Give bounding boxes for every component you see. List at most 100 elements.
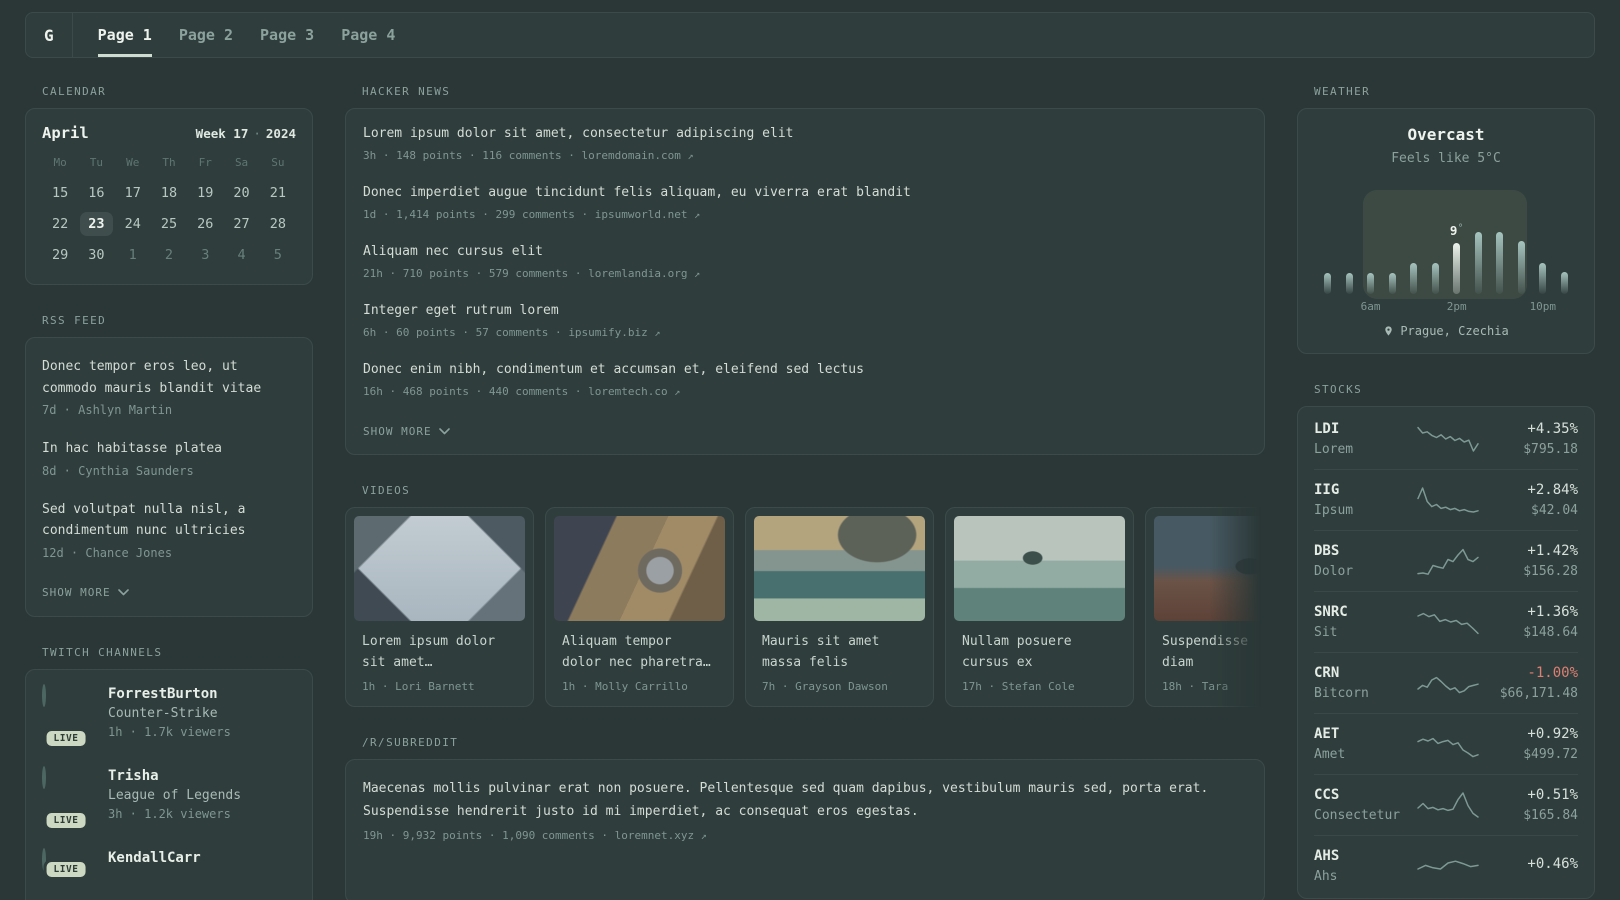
video-card[interactable]: Nullam posuere cursus ex 17h · Stefan Co… [945,507,1134,707]
nav-tab[interactable]: Page 3 [260,13,314,57]
channel-avatar [42,683,46,707]
stock-symbol: IIG [1314,482,1340,498]
twitch-section-label: TWITCH CHANNELS [42,645,163,659]
stock-row[interactable]: CCS Consectetur +0.51% $165.84 [1314,774,1578,835]
temperature-bar [1345,273,1353,294]
rss-item-title[interactable]: In hac habitasse platea [42,438,296,460]
rss-list: Donec tempor eros leo, ut commodo mauris… [42,356,296,560]
stock-row[interactable]: AET Amet +0.92% $499.72 [1314,713,1578,774]
stock-sparkline [1414,604,1482,640]
story-title-link[interactable]: Donec imperdiet augue tincidunt felis al… [363,184,1247,202]
video-thumbnail [354,516,525,621]
hackernews-item: Aliquam nec cursus elit 21h · 710 points… [363,243,1247,280]
calendar-day: 16 [88,184,105,201]
calendar-day: 22 [52,215,69,232]
video-thumbnail [954,516,1125,621]
calendar-day: 20 [233,184,250,201]
video-thumbnail [1154,516,1265,621]
video-title: Mauris sit amet massa felis [762,634,880,670]
stock-row[interactable]: IIG Ipsum +2.84% $42.04 [1314,469,1578,530]
video-card[interactable]: Lorem ipsum dolor sit amet consectetu… 1… [345,507,534,707]
hour-axis-label: 10pm [1529,300,1557,313]
stocks-section-label: STOCKS [1314,383,1363,396]
stock-symbol: AET [1314,726,1340,742]
twitch-widget: TWITCH CHANNELS LIVE ForrestBurton Count… [25,646,313,900]
video-title: Aliquam tempor dolor nec pharetra… [562,634,711,670]
post-title-link[interactable]: Maecenas mollis pulvinar erat non posuer… [363,777,1247,823]
story-title-link[interactable]: Integer eget rutrum lorem [363,302,1247,320]
twitch-channel-row[interactable]: LIVE ForrestBurton Counter-Strike 1h · 1… [42,683,296,746]
stock-price: $499.72 [1523,747,1578,762]
stocks-card: LDI Lorem +4.35% $795.18 IIG Ipsum +2.84… [1297,406,1595,899]
stock-row[interactable]: CRN Bitcorn -1.00% $66,171.48 [1314,652,1578,713]
story-domain-link[interactable]: loremlandia.org ↗ [588,267,700,280]
stock-price: $795.18 [1523,442,1578,457]
nav-tab[interactable]: Page 2 [179,13,233,57]
stock-name: Sit [1314,625,1338,640]
live-badge: LIVE [46,812,86,828]
hackernews-card: Lorem ipsum dolor sit amet, consectetur … [345,108,1265,455]
hackernews-item: Lorem ipsum dolor sit amet, consectetur … [363,125,1247,162]
twitch-channel-row[interactable]: LIVE Trisha League of Legends 3h · 1.2k … [42,765,296,828]
channel-name: KendallCarr [108,849,201,866]
story-meta: 21h · 710 points · 579 comments · loreml… [363,267,701,280]
right-column: WEATHER Overcast Feels like 5°C 6am 9° 2… [1297,85,1595,900]
app-logo[interactable]: G [44,13,73,57]
story-domain-link[interactable]: loremdomain.com ↗ [582,149,694,162]
stock-sparkline [1414,726,1482,762]
stock-row[interactable]: AHS Ahs +0.46% [1314,835,1578,896]
calendar-day: 18 [160,184,178,201]
temperature-bar [1367,273,1375,294]
story-title-link[interactable]: Aliquam nec cursus elit [363,243,1247,261]
rss-item: In hac habitasse platea 8d · Cynthia Sau… [42,438,296,478]
calendar-day: 3 [201,246,210,263]
rss-show-more-button[interactable]: SHOW MORE [42,586,129,599]
stock-row[interactable]: DBS Dolor +1.42% $156.28 [1314,530,1578,591]
weather-section-label: WEATHER [1314,85,1371,98]
hackernews-show-more-button[interactable]: SHOW MORE [363,425,450,438]
rss-item: Sed volutpat nulla nisl, a condimentum n… [42,499,296,560]
external-link-icon: ↗ [654,328,661,339]
video-card[interactable]: Aliquam tempor dolor nec pharetra… 1h · … [545,507,734,707]
rss-section-label: RSS FEED [42,314,107,327]
calendar-widget: CALENDAR April Week 17 · 2024 Mo Tu We Th Fr Sa… [25,85,313,285]
calendar-section-label: CALENDAR [42,85,107,98]
channel-viewers: 1h · 1.7k viewers [108,724,231,739]
video-card[interactable]: Suspendisse diam 18h · Tara [1145,507,1265,707]
hour-axis-label: 6am [1360,300,1381,313]
video-thumbnail [554,516,725,621]
stock-row[interactable]: SNRC Sit +1.36% $148.64 [1314,591,1578,652]
story-domain-link[interactable]: ipsumify.biz ↗ [568,326,660,339]
weather-condition: Overcast [1407,125,1485,144]
stock-sparkline [1414,665,1482,701]
rss-widget: RSS FEED Donec tempor eros leo, ut commo… [25,314,313,617]
rss-item-title[interactable]: Sed volutpat nulla nisl, a condimentum n… [42,499,296,542]
story-title-link[interactable]: Lorem ipsum dolor sit amet, consectetur … [363,125,1247,143]
nav-tab[interactable]: Page 1 [97,13,152,57]
twitch-channel-row[interactable]: LIVE KendallCarr [42,847,296,877]
rss-item-title[interactable]: Donec tempor eros leo, ut commodo mauris… [42,356,296,399]
stock-price: $66,171.48 [1499,686,1578,701]
temperature-bar [1324,273,1331,294]
rss-item: Donec tempor eros leo, ut commodo mauris… [42,356,296,417]
story-domain-link[interactable]: ipsumworld.net ↗ [595,208,700,221]
stock-change: +4.35% [1527,421,1578,437]
rss-card: Donec tempor eros leo, ut commodo mauris… [25,337,313,617]
videos-widget: VIDEOS Lorem ipsum dolor sit amet consec… [345,484,1265,707]
nav-tab[interactable]: Page 4 [341,13,395,57]
stock-row[interactable]: LDI Lorem +4.35% $795.18 [1314,409,1578,469]
hour-axis-label: 2pm [1446,300,1467,313]
temperature-bar [1410,263,1418,294]
live-badge: LIVE [46,730,86,746]
stock-price: $156.28 [1523,564,1578,579]
story-meta: 1d · 1,414 points · 299 comments · ipsum… [363,208,701,221]
video-card[interactable]: Mauris sit amet massa felis 7h · Grayson… [745,507,934,707]
twitch-card: LIVE ForrestBurton Counter-Strike 1h · 1… [25,668,313,900]
post-domain-link[interactable]: loremnet.xyz ↗ [615,829,707,842]
channel-game: Counter-Strike [108,705,218,721]
story-title-link[interactable]: Donec enim nibh, condimentum et accumsan… [363,361,1247,379]
calendar-day: 19 [197,184,214,201]
story-domain-link[interactable]: loremtech.co ↗ [588,385,680,398]
external-link-icon: ↗ [674,387,681,398]
calendar-day: 21 [269,184,286,201]
